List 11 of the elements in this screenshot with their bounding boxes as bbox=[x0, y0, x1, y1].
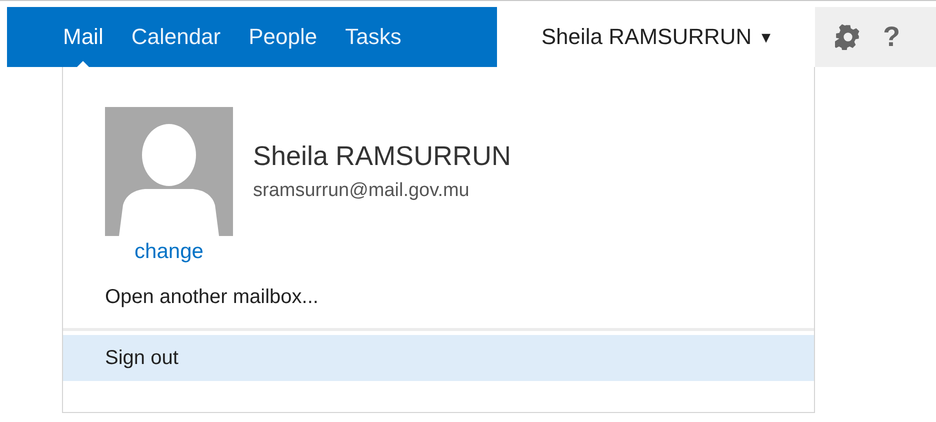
nav-tab[interactable]: Mail bbox=[63, 7, 104, 67]
nav-tab[interactable]: Calendar bbox=[131, 7, 221, 67]
avatar-icon bbox=[105, 107, 233, 236]
user-email: sramsurrun@mail.gov.mu bbox=[253, 180, 470, 202]
menu-item[interactable]: Sign out bbox=[63, 335, 814, 381]
nav-tab[interactable]: People bbox=[248, 7, 318, 67]
settings-icon[interactable] bbox=[835, 24, 861, 50]
help-button[interactable]: ? bbox=[883, 21, 900, 53]
user-name: Sheila RAMSURRUN bbox=[253, 141, 512, 172]
change-photo-link[interactable]: change bbox=[134, 240, 204, 264]
nav-tab[interactable]: Tasks bbox=[345, 7, 402, 67]
